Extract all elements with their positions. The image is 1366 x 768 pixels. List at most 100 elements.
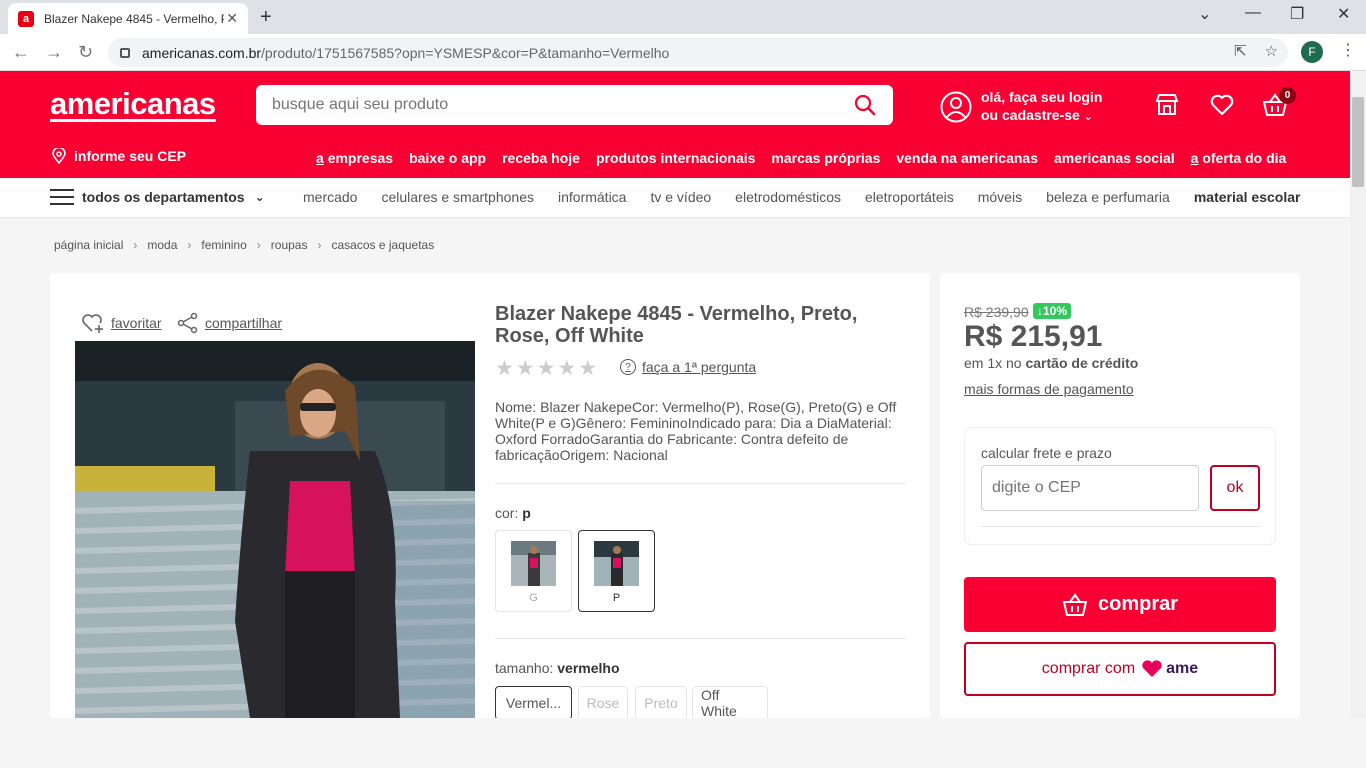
rating-stars: ★★★★★	[495, 356, 599, 381]
share-page-icon[interactable]: ⇱	[1234, 42, 1247, 60]
share-button[interactable]: compartilhar	[177, 312, 282, 334]
buy-with-ame-button[interactable]: comprar com ame	[964, 642, 1276, 696]
ok-button[interactable]: ok	[1210, 465, 1260, 511]
question-icon: ?	[620, 359, 636, 375]
dept-material-escolar[interactable]: material escolar	[1194, 189, 1301, 205]
dept-moveis[interactable]: móveis	[978, 189, 1022, 205]
link-oferta-do-dia[interactable]: a oferta do dia	[1191, 150, 1287, 166]
ame-heart-icon	[1142, 660, 1162, 677]
breadcrumb: página inicial › moda › feminino › roupas › …	[54, 238, 434, 252]
browser-tab[interactable]: a Blazer Nakepe 4845 - Vermelho, Pr ✕	[8, 3, 248, 34]
breadcrumb-feminino[interactable]: feminino	[201, 238, 246, 252]
link-empresas[interactable]: a empresas	[316, 150, 393, 166]
dept-eletroportateis[interactable]: eletroportáteis	[865, 189, 954, 205]
breadcrumb-moda[interactable]: moda	[147, 238, 177, 252]
share-icon	[177, 312, 198, 334]
more-payment-link[interactable]: mais formas de pagamento	[964, 381, 1134, 397]
bookmark-star-icon[interactable]: ☆	[1265, 42, 1278, 60]
browser-address-bar: ← → ↻ americanas.com.br/produto/17515675…	[0, 34, 1366, 71]
top-links: a empresas baixe o app receba hoje produ…	[316, 150, 1286, 166]
back-icon[interactable]: ←	[12, 42, 30, 63]
new-tab-icon[interactable]: +	[260, 6, 272, 29]
link-marcas-proprias[interactable]: marcas próprias	[771, 150, 880, 166]
search-icon[interactable]	[853, 93, 877, 117]
product-title: Blazer Nakepe 4845 - Vermelho, Preto, Ro…	[495, 303, 858, 347]
dept-informatica[interactable]: informática	[558, 189, 626, 205]
dept-mercado[interactable]: mercado	[303, 189, 357, 205]
link-americanas-social[interactable]: americanas social	[1054, 150, 1175, 166]
reload-icon[interactable]: ↻	[78, 42, 93, 63]
ask-question-link[interactable]: ? faça a 1ª pergunta	[620, 359, 756, 375]
star-icon: ★	[557, 357, 579, 380]
color-option-label: P	[612, 592, 621, 604]
location-pin-icon	[52, 148, 66, 164]
link-baixe-o-app[interactable]: baixe o app	[409, 150, 486, 166]
tab-title: Blazer Nakepe 4845 - Vermelho, Pr	[44, 11, 224, 26]
chevron-right-icon: ›	[187, 238, 192, 252]
size-option-off-white[interactable]: Off White	[692, 686, 768, 720]
dept-celulares[interactable]: celulares e smartphones	[381, 189, 534, 205]
dept-tv-video[interactable]: tv e vídeo	[650, 189, 711, 205]
color-option-g[interactable]: G	[495, 530, 572, 612]
color-option-p[interactable]: P	[578, 530, 655, 612]
link-venda-na-americanas[interactable]: venda na americanas	[896, 150, 1038, 166]
site-header: americanas olá, faça seu login ou cadast…	[0, 71, 1350, 178]
product-card: favoritar compartilhar Blazer Nakepe 484…	[50, 273, 930, 720]
cep-link[interactable]: informe seu CEP	[52, 148, 186, 164]
browser-menu-icon[interactable]: ⋮	[1340, 40, 1356, 60]
star-icon: ★	[515, 357, 537, 380]
size-option-vermelho[interactable]: Vermel...	[495, 686, 572, 720]
basket-icon	[1062, 592, 1087, 616]
login-line-1: olá, faça seu login	[981, 89, 1103, 105]
link-produtos-internacionais[interactable]: produtos internacionais	[596, 150, 755, 166]
close-window-icon[interactable]: ✕	[1337, 4, 1350, 24]
freight-calculator: calcular frete e prazo ok	[964, 427, 1276, 545]
star-icon: ★	[536, 357, 558, 380]
discount-badge: ↓10%	[1033, 303, 1072, 319]
freight-label: calcular frete e prazo	[981, 445, 1112, 461]
breadcrumb-casacos[interactable]: casacos e jaquetas	[331, 238, 434, 252]
dept-beleza[interactable]: beleza e perfumaria	[1046, 189, 1170, 205]
hamburger-icon	[50, 189, 74, 205]
url-path: /produto/1751567585?opn=YSMESP&cor=P&tam…	[261, 44, 670, 61]
americanas-logo[interactable]: americanas	[50, 88, 216, 122]
chevron-down-icon: ⌄	[254, 190, 265, 204]
store-icon[interactable]	[1154, 92, 1180, 118]
lock-icon	[120, 47, 130, 58]
forward-icon[interactable]: →	[45, 42, 63, 63]
close-tab-icon[interactable]: ✕	[226, 10, 238, 27]
product-description: Nome: Blazer NakepeCor: Vermelho(P), Ros…	[495, 399, 897, 463]
product-photo[interactable]	[75, 341, 475, 718]
size-label: tamanho: vermelho	[495, 660, 620, 676]
breadcrumb-roupas[interactable]: roupas	[271, 238, 308, 252]
minimize-icon[interactable]: —	[1245, 4, 1261, 22]
link-receba-hoje[interactable]: receba hoje	[502, 150, 580, 166]
tab-search-icon[interactable]: ⌄	[1198, 4, 1211, 24]
taskbar-area	[0, 718, 1366, 768]
restore-icon[interactable]: ❐	[1290, 4, 1304, 24]
divider	[981, 526, 1261, 527]
buy-with-label: comprar com	[1041, 660, 1136, 677]
dept-eletrodomesticos[interactable]: eletrodomésticos	[735, 189, 841, 205]
url-host: americanas.com.br	[142, 44, 262, 61]
cep-input[interactable]	[981, 465, 1199, 511]
size-option-preto[interactable]: Preto	[635, 686, 687, 720]
favorite-button[interactable]: favoritar	[81, 312, 162, 334]
breadcrumb-home[interactable]: página inicial	[54, 238, 123, 252]
color-option-label: G	[529, 592, 538, 604]
search-input[interactable]	[272, 96, 853, 114]
chevron-right-icon: ›	[133, 238, 138, 252]
profile-avatar[interactable]: F	[1301, 41, 1323, 63]
heart-icon[interactable]	[1209, 92, 1235, 118]
size-option-rose[interactable]: Rose	[578, 686, 628, 720]
cart-count-badge: 0	[1279, 87, 1296, 104]
user-icon	[940, 91, 972, 123]
url-field[interactable]: americanas.com.br/produto/1751567585?opn…	[108, 38, 1288, 67]
favorite-label: favoritar	[111, 315, 162, 331]
scrollbar-thumb[interactable]	[1352, 97, 1364, 187]
divider	[495, 638, 906, 639]
login-link[interactable]: olá, faça seu login ou cadastre-se ⌄	[940, 88, 1102, 126]
all-departments-button[interactable]: todos os departamentos ⌄	[50, 189, 265, 205]
buy-button[interactable]: comprar	[964, 577, 1276, 632]
chevron-down-icon: ⌄	[1083, 111, 1093, 123]
